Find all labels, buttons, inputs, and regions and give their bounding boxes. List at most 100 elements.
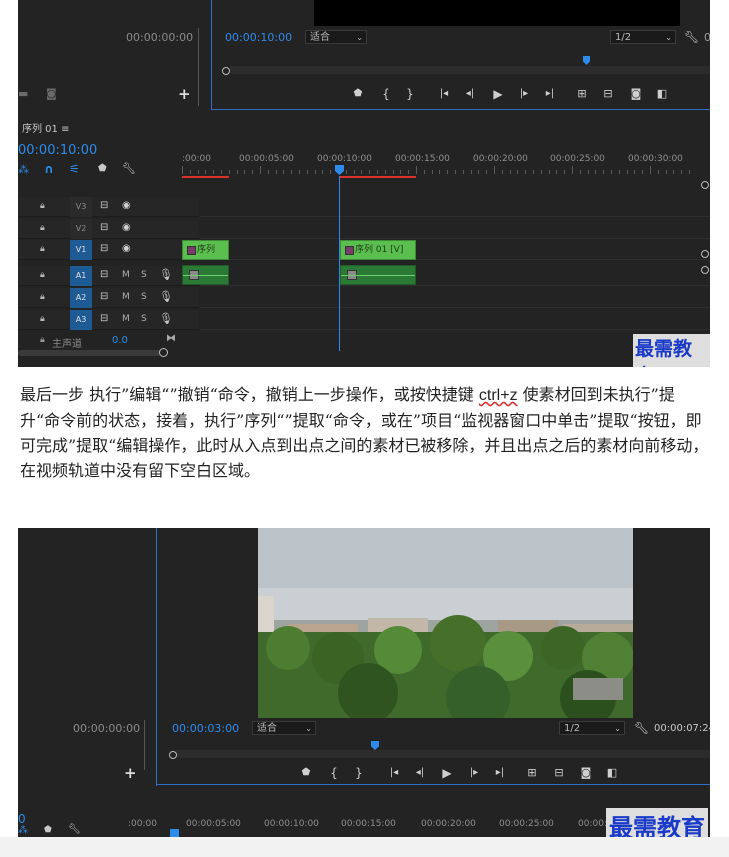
sync-lock-icon[interactable]: ⊟: [100, 243, 108, 254]
timeline-playhead[interactable]: [170, 829, 179, 837]
microphone-icon[interactable]: 🎙︎: [159, 312, 173, 325]
track-lane-v3[interactable]: [200, 197, 710, 217]
track-lane-v2[interactable]: [200, 219, 710, 239]
lock-icon[interactable]: 🔒︎: [40, 244, 45, 254]
sync-lock-icon[interactable]: ⊟: [100, 222, 108, 233]
vertical-scroll-handle[interactable]: [701, 250, 709, 258]
compare-view-icon[interactable]: ◧: [654, 86, 670, 102]
resolution-dropdown[interactable]: 1/2 ⌄: [610, 30, 676, 44]
solo-button[interactable]: S: [141, 270, 147, 280]
scrub-bar[interactable]: [230, 66, 710, 74]
track-target-toggle[interactable]: V2: [70, 219, 92, 239]
track-target-toggle[interactable]: A1: [70, 266, 92, 286]
solo-button[interactable]: S: [141, 314, 147, 324]
program-timecode[interactable]: 00:00:03:00: [172, 722, 239, 735]
mark-out-icon[interactable]: }: [351, 765, 367, 781]
snap-icon[interactable]: ∩: [44, 162, 54, 176]
play-icon[interactable]: ▶: [439, 765, 455, 781]
wrench-icon[interactable]: 🔧︎: [122, 162, 136, 175]
panel-menu-icon[interactable]: ≡: [61, 124, 69, 135]
fit-dropdown[interactable]: 适合 ⌄: [252, 721, 316, 735]
track-header-a1[interactable]: 🔒︎ A1 ⊟ M S 🎙︎: [18, 266, 199, 286]
go-to-out-icon[interactable]: ▸|: [492, 765, 508, 781]
microphone-icon[interactable]: 🎙︎: [159, 290, 173, 303]
scrub-bar[interactable]: [176, 750, 710, 758]
step-forward-icon[interactable]: |▸: [516, 86, 532, 102]
extract-icon[interactable]: ⊟: [600, 86, 616, 102]
wrench-icon[interactable]: 🔧︎: [68, 824, 81, 835]
master-volume-value[interactable]: 0.0: [112, 335, 128, 346]
sync-lock-icon[interactable]: ⊟: [100, 200, 108, 211]
solo-button[interactable]: S: [141, 292, 147, 302]
wrench-icon[interactable]: 🔧︎: [684, 30, 699, 44]
track-header-v1[interactable]: 🔒︎ V1 ⊟ ◉: [18, 240, 199, 260]
eye-icon[interactable]: ◉: [122, 243, 131, 254]
export-frame-icon[interactable]: ▬: [18, 87, 28, 100]
export-frame-icon[interactable]: ◙: [578, 765, 594, 781]
mute-button[interactable]: M: [122, 270, 130, 280]
track-target-toggle[interactable]: A2: [70, 288, 92, 308]
add-marker-icon[interactable]: ⬟: [298, 765, 314, 781]
add-marker-icon[interactable]: ⬟: [44, 825, 52, 835]
track-lane-a3[interactable]: [200, 310, 710, 330]
clip-a1-right[interactable]: [340, 265, 416, 285]
wrench-icon[interactable]: 🔧︎: [634, 721, 649, 735]
track-header-v3[interactable]: 🔒︎ V3 ⊟ ◉: [18, 197, 199, 217]
track-target-toggle[interactable]: A3: [70, 310, 92, 330]
sync-lock-icon[interactable]: ⊟: [100, 313, 108, 324]
eye-icon[interactable]: ◉: [122, 222, 131, 233]
linked-selection-icon[interactable]: ⚟: [69, 162, 80, 176]
sync-lock-icon[interactable]: ⊟: [100, 269, 108, 280]
step-forward-icon[interactable]: |▸: [466, 765, 482, 781]
track-header-v2[interactable]: 🔒︎ V2 ⊟ ◉: [18, 219, 199, 239]
go-to-in-icon[interactable]: |◂: [436, 86, 452, 102]
add-button[interactable]: +: [178, 85, 191, 103]
clip-v1-sequence[interactable]: 序列: [182, 240, 229, 260]
horizontal-scrollbar[interactable]: [18, 350, 168, 356]
scrub-start-handle[interactable]: [169, 751, 177, 759]
timeline-tab[interactable]: 序列 01 ≡: [22, 120, 69, 135]
add-marker-icon[interactable]: ⬟: [350, 86, 366, 102]
fit-dropdown[interactable]: 适合 ⌄: [305, 30, 367, 44]
add-button[interactable]: +: [124, 764, 137, 782]
microphone-icon[interactable]: 🎙︎: [159, 268, 173, 281]
mute-button[interactable]: M: [122, 314, 130, 324]
sync-lock-icon[interactable]: ⊟: [100, 291, 108, 302]
mark-out-icon[interactable]: }: [402, 86, 418, 102]
go-to-in-icon[interactable]: |◂: [386, 765, 402, 781]
track-expand-icon[interactable]: ⧓: [166, 333, 176, 344]
sequence-timecode-partial[interactable]: 0: [18, 812, 26, 826]
camera-icon[interactable]: ◙: [46, 87, 57, 100]
lock-icon[interactable]: 🔒︎: [40, 201, 45, 211]
track-target-toggle[interactable]: V1: [70, 240, 92, 260]
track-header-a2[interactable]: 🔒︎ A2 ⊟ M S 🎙︎: [18, 288, 199, 308]
go-to-out-icon[interactable]: ▸|: [542, 86, 558, 102]
track-lane-a2[interactable]: [200, 288, 710, 308]
program-timecode[interactable]: 00:00:10:00: [225, 31, 292, 44]
play-icon[interactable]: ▶: [490, 86, 506, 102]
mute-button[interactable]: M: [122, 292, 130, 302]
eye-icon[interactable]: ◉: [122, 200, 131, 211]
extract-icon[interactable]: ⊟: [551, 765, 567, 781]
lock-icon[interactable]: 🔒︎: [40, 292, 45, 302]
compare-view-icon[interactable]: ◧: [604, 765, 620, 781]
playhead-marker[interactable]: [371, 741, 379, 750]
track-lane-v1[interactable]: [200, 240, 710, 260]
resolution-dropdown[interactable]: 1/2 ⌄: [559, 721, 625, 735]
lift-icon[interactable]: ⊞: [574, 86, 590, 102]
vertical-scroll-handle[interactable]: [701, 181, 709, 189]
nest-icon[interactable]: ⁂: [18, 163, 29, 176]
lock-icon[interactable]: 🔒︎: [40, 335, 45, 345]
sequence-timecode[interactable]: 00:00:10:00: [18, 143, 97, 158]
lock-icon[interactable]: 🔒︎: [40, 270, 45, 280]
clip-v1-sequence-01[interactable]: 序列 01 [V]: [340, 240, 416, 260]
track-header-a3[interactable]: 🔒︎ A3 ⊟ M S 🎙︎: [18, 310, 199, 330]
lock-icon[interactable]: 🔒︎: [40, 223, 45, 233]
lift-icon[interactable]: ⊞: [524, 765, 540, 781]
mark-in-icon[interactable]: {: [378, 86, 394, 102]
export-frame-icon[interactable]: ◙: [628, 86, 644, 102]
mark-in-icon[interactable]: {: [326, 765, 342, 781]
lock-icon[interactable]: 🔒︎: [40, 314, 45, 324]
scrub-start-handle[interactable]: [222, 67, 230, 75]
step-back-icon[interactable]: ◂|: [462, 86, 478, 102]
